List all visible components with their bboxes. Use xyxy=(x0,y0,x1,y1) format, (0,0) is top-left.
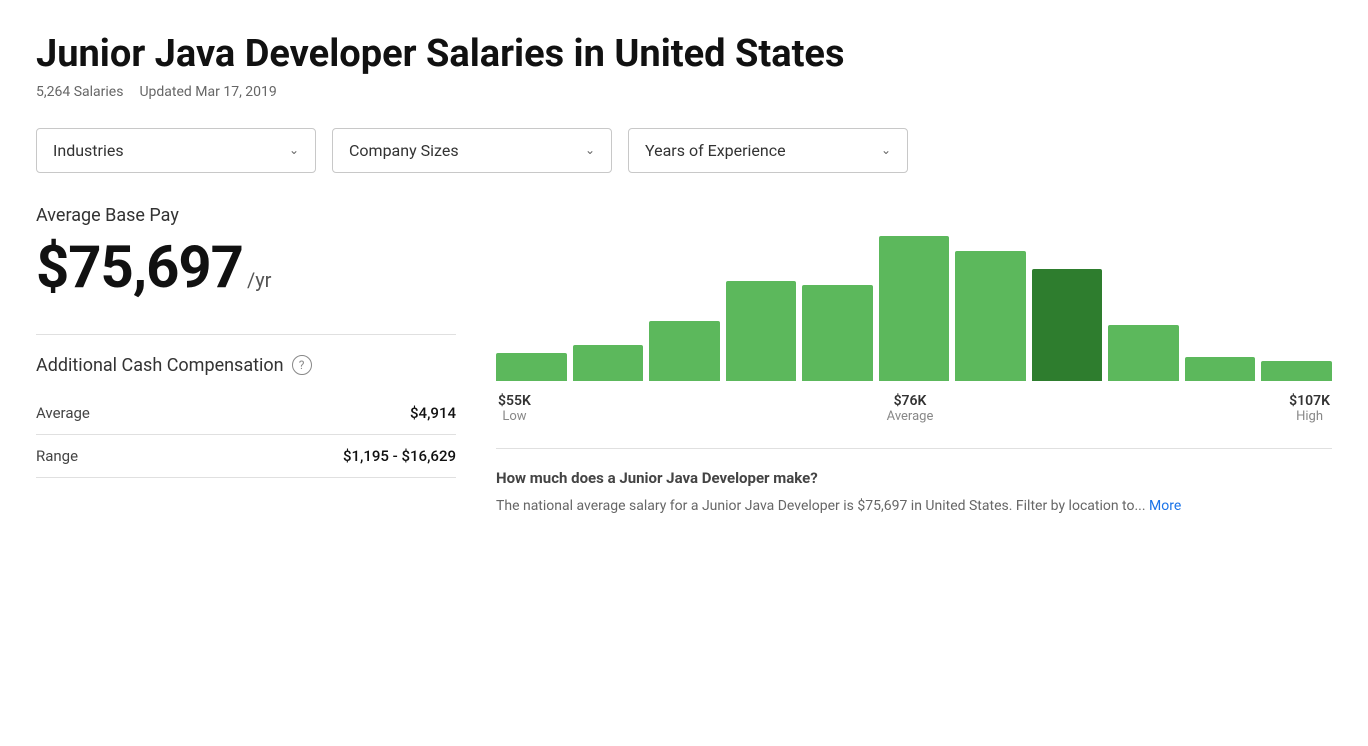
comp-row: Range $1,195 - $16,629 xyxy=(36,435,456,478)
more-link[interactable]: More xyxy=(1149,498,1181,514)
bar-9 xyxy=(1185,357,1256,381)
filter-dropdown-company-sizes[interactable]: Company Sizes ⌄ xyxy=(332,128,612,173)
chevron-icon-years-of-experience: ⌄ xyxy=(881,143,891,157)
chart-label-group: $107KHigh xyxy=(1289,393,1330,424)
salary-amount: $75,697 xyxy=(36,234,243,302)
comp-row-label: Range xyxy=(36,447,78,465)
bar-8 xyxy=(1108,325,1179,381)
filter-dropdown-industries[interactable]: Industries ⌄ xyxy=(36,128,316,173)
bar-3 xyxy=(726,281,797,381)
description-text: The national average salary for a Junior… xyxy=(496,495,1332,517)
bar-2 xyxy=(649,321,720,381)
chevron-icon-industries: ⌄ xyxy=(289,143,299,157)
description-section: How much does a Junior Java Developer ma… xyxy=(496,448,1332,517)
filter-label-company-sizes: Company Sizes xyxy=(349,141,459,160)
chart-label-text: High xyxy=(1289,409,1330,424)
bar-4 xyxy=(802,285,873,381)
salaries-count: 5,264 Salaries xyxy=(36,84,123,100)
left-panel: Average Base Pay $75,697 /yr Additional … xyxy=(36,205,456,478)
filter-label-industries: Industries xyxy=(53,141,124,160)
filters-row: Industries⌄Company Sizes⌄Years of Experi… xyxy=(36,128,1332,173)
salary-period: /yr xyxy=(247,268,272,292)
updated-date: Updated Mar 17, 2019 xyxy=(139,84,276,100)
comp-row-value: $1,195 - $16,629 xyxy=(343,447,456,465)
help-icon[interactable]: ? xyxy=(292,355,312,375)
chart-label-text: Average xyxy=(887,409,934,424)
additional-comp-section: Additional Cash Compensation ? Average $4… xyxy=(36,334,456,478)
main-content: Average Base Pay $75,697 /yr Additional … xyxy=(36,205,1332,517)
bar-1 xyxy=(573,345,644,381)
comp-rows: Average $4,914 Range $1,195 - $16,629 xyxy=(36,392,456,478)
filter-dropdown-years-of-experience[interactable]: Years of Experience ⌄ xyxy=(628,128,908,173)
avg-base-pay-label: Average Base Pay xyxy=(36,205,456,226)
page-subtitle: 5,264 Salaries Updated Mar 17, 2019 xyxy=(36,84,1332,100)
description-body: The national average salary for a Junior… xyxy=(496,498,1146,514)
right-panel: $55KLow $76KAverage $107KHigh How much doe… xyxy=(496,205,1332,517)
additional-comp-title: Additional Cash Compensation ? xyxy=(36,355,456,376)
chart-label-amount: $55K xyxy=(498,393,531,409)
page-title: Junior Java Developer Salaries in United… xyxy=(36,32,1332,78)
salary-display: $75,697 /yr xyxy=(36,234,456,302)
chart-label-amount: $107K xyxy=(1289,393,1330,409)
bar-6 xyxy=(955,251,1026,381)
comp-row-value: $4,914 xyxy=(410,404,456,422)
chevron-icon-company-sizes: ⌄ xyxy=(585,143,595,157)
chart-label-text: Low xyxy=(498,409,531,424)
comp-row-label: Average xyxy=(36,404,90,422)
bar-chart: $55KLow $76KAverage $107KHigh xyxy=(496,205,1332,424)
chart-label-amount: $76K xyxy=(887,393,934,409)
chart-label-group: $55KLow xyxy=(498,393,531,424)
bar-10 xyxy=(1261,361,1332,381)
bar-5 xyxy=(879,236,950,381)
comp-row: Average $4,914 xyxy=(36,392,456,435)
bars-wrapper xyxy=(496,205,1332,385)
additional-comp-label: Additional Cash Compensation xyxy=(36,355,284,376)
bar-7 xyxy=(1032,269,1103,381)
filter-label-years-of-experience: Years of Experience xyxy=(645,141,786,160)
chart-label-group: $76KAverage xyxy=(887,393,934,424)
bar-0 xyxy=(496,353,567,381)
chart-labels: $55KLow $76KAverage $107KHigh xyxy=(496,393,1332,424)
description-title: How much does a Junior Java Developer ma… xyxy=(496,469,1332,487)
